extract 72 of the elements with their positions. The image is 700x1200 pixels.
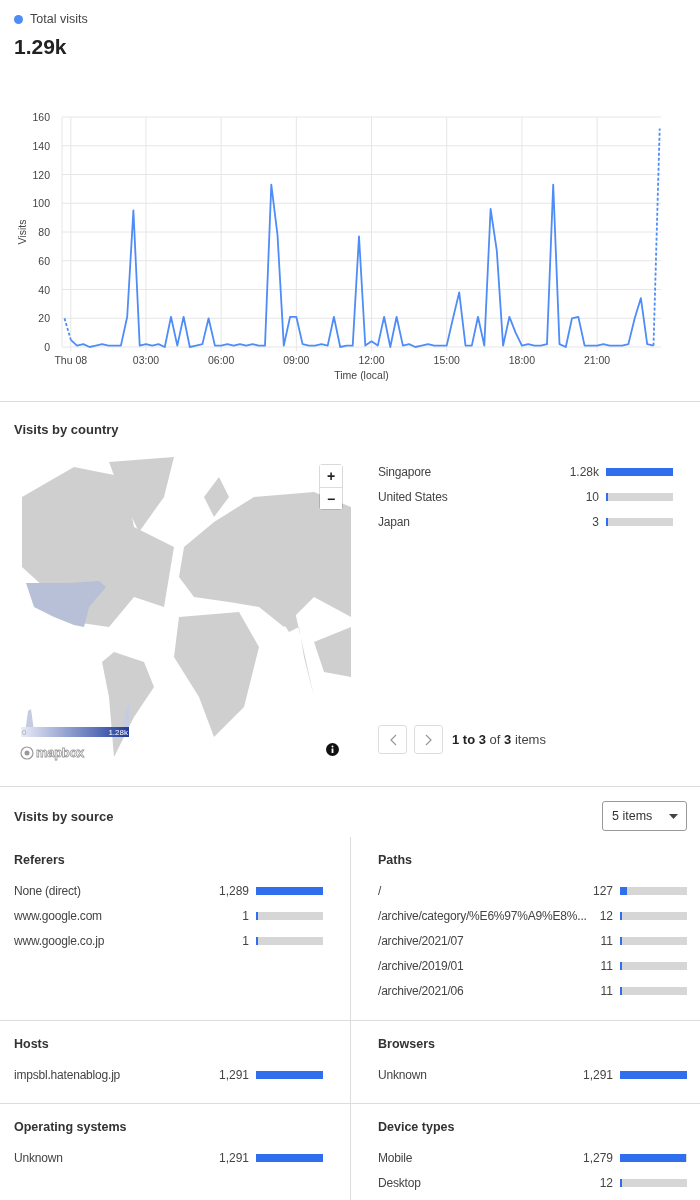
items-dropdown[interactable]: 5 items — [602, 801, 687, 831]
info-icon[interactable] — [326, 743, 339, 756]
panel-title: Paths — [378, 853, 413, 867]
total-visits-value: 1.29k — [14, 35, 67, 59]
row-label: www.google.com — [14, 909, 103, 923]
row-label: / — [378, 884, 383, 898]
row-label: /archive/2021/06 — [378, 984, 465, 998]
panel-title: Referers — [14, 853, 65, 867]
x-tick-label: 03:00 — [132, 354, 160, 366]
row-label: impsbl.hatenablog.jp — [14, 1068, 122, 1082]
visit-count: 10 — [585, 490, 599, 504]
x-tick-label: 12:00 — [358, 354, 385, 366]
x-axis-title: Time (local) — [334, 369, 389, 381]
y-axis-title: Visits — [16, 219, 28, 245]
visit-count: 1,291 — [582, 1068, 613, 1082]
row-label: Singapore — [378, 465, 432, 479]
pagination-summary: 1 to 3 of 3 items — [452, 732, 546, 747]
zoom-out-button[interactable]: − — [320, 487, 342, 509]
row-label: Unknown — [14, 1151, 64, 1165]
row-label: /archive/2019/01 — [378, 959, 465, 973]
map-attribution: mapbox — [36, 745, 85, 760]
visit-count: 11 — [600, 934, 613, 948]
chevron-right-icon — [424, 733, 433, 746]
visit-count: 12 — [599, 909, 613, 923]
row-label: Desktop — [378, 1176, 422, 1190]
logo-icon — [20, 745, 34, 760]
row-label: United States — [378, 490, 449, 504]
visit-count: 11 — [600, 984, 613, 998]
visit-count: 1.28k — [569, 465, 599, 479]
row-label: /archive/category/%E6%97%A9%E8%... — [378, 909, 588, 923]
y-tick-label: 120 — [32, 168, 50, 181]
y-tick-label: 140 — [32, 139, 50, 152]
chevron-left-icon — [388, 733, 397, 746]
row-label: Unknown — [378, 1068, 428, 1082]
visit-count: 1,291 — [218, 1151, 249, 1165]
y-tick-label: 0 — [44, 341, 50, 353]
row-label: Japan — [378, 515, 411, 529]
x-tick-label: Thu 08 — [54, 354, 88, 366]
row-label: /archive/2021/07 — [378, 934, 465, 948]
visit-count: 11 — [600, 959, 613, 973]
visit-count: 1 — [242, 909, 249, 923]
visit-count: 1,279 — [582, 1151, 613, 1165]
visit-count: 12 — [599, 1176, 613, 1190]
panel-title: Hosts — [14, 1037, 49, 1051]
y-tick-label: 80 — [38, 226, 50, 238]
panel-title: Browsers — [378, 1037, 435, 1051]
section-title: Visits by country — [14, 422, 119, 437]
row-label: Mobile — [378, 1151, 414, 1165]
row-label: www.google.co.jp — [14, 934, 106, 948]
row-label: None (direct) — [14, 884, 82, 898]
panel-title: Device types — [378, 1120, 455, 1134]
caret-icon — [669, 813, 678, 819]
y-tick-label: 60 — [38, 254, 50, 267]
x-tick-label: 09:00 — [283, 354, 310, 366]
visit-count: 1,291 — [218, 1068, 249, 1082]
x-tick-label: 15:00 — [433, 354, 460, 366]
section-title: Visits by source — [14, 808, 114, 824]
y-tick-label: 40 — [38, 283, 50, 296]
legend-label: Total visits — [30, 12, 88, 26]
x-tick-label: 21:00 — [583, 354, 611, 366]
x-tick-label: 06:00 — [208, 354, 235, 366]
y-tick-label: 20 — [38, 312, 50, 325]
visit-count: 127 — [592, 884, 613, 898]
visit-count: 3 — [592, 515, 599, 529]
x-tick-label: 18:00 — [508, 354, 536, 366]
y-tick-label: 100 — [32, 197, 50, 210]
legend-dot — [14, 14, 23, 24]
y-tick-label: 160 — [32, 111, 50, 123]
panel-title: Operating systems — [14, 1120, 127, 1134]
visit-count: 1 — [242, 934, 249, 948]
scale-max: 1.28k — [108, 727, 128, 737]
visit-count: 1,289 — [218, 884, 249, 898]
